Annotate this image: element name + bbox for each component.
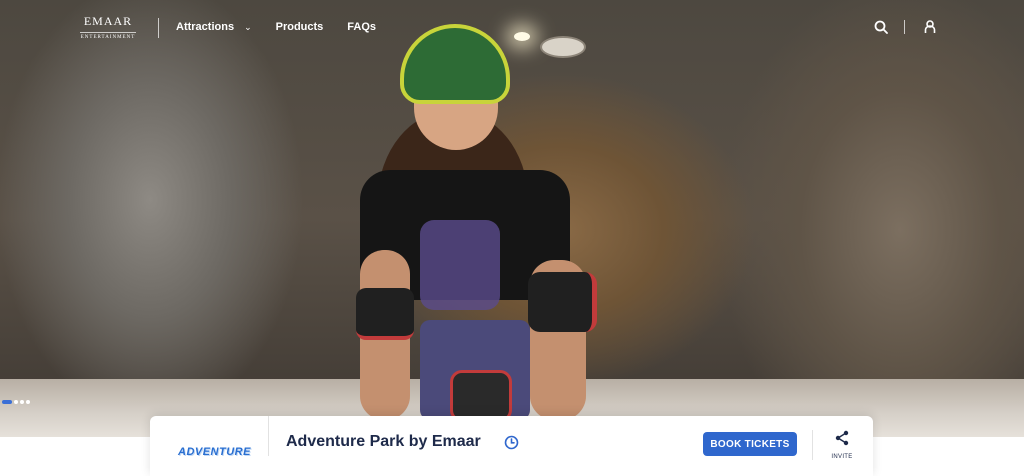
emaar-logo[interactable]: EMAAR ENTERTAINMENT — [78, 14, 138, 40]
attraction-card: ADVENTURE Adventure Park by Emaar BOOK T… — [150, 416, 873, 476]
nav-item-products[interactable]: Products — [276, 21, 324, 33]
invite-label: INVITE — [831, 454, 853, 460]
clock-icon[interactable] — [504, 435, 519, 450]
adventure-park-logo: ADVENTURE — [178, 442, 250, 458]
search-icon[interactable] — [872, 18, 890, 36]
logo-brand: EMAAR — [83, 14, 133, 28]
card-divider — [268, 416, 269, 456]
chevron-down-icon: ⌄ — [244, 21, 252, 32]
main-nav: Attractions ⌄ Products FAQs — [176, 21, 400, 33]
header-actions — [872, 18, 939, 36]
hero-image-child — [350, 20, 600, 422]
carousel-dot[interactable] — [26, 400, 30, 404]
nav-item-label: Attractions — [176, 21, 235, 33]
book-tickets-button[interactable]: BOOK TICKETS — [703, 432, 797, 456]
user-icon[interactable] — [921, 18, 939, 36]
share-icon — [835, 430, 849, 446]
nav-item-label: Products — [275, 21, 324, 33]
carousel-dot[interactable] — [14, 400, 18, 404]
header-divider — [158, 18, 159, 38]
attraction-title: Adventure Park by Emaar — [286, 433, 481, 450]
nav-item-faqs[interactable]: FAQs — [347, 21, 376, 33]
site-header: EMAAR ENTERTAINMENT Attractions ⌄ Produc… — [0, 0, 1024, 56]
header-icon-divider — [904, 20, 905, 34]
carousel-dot[interactable] — [20, 400, 24, 404]
nav-item-attractions[interactable]: Attractions ⌄ — [176, 21, 252, 33]
hero-banner — [0, 0, 1024, 437]
adventure-logo-text: ADVENTURE — [178, 446, 251, 458]
logo-sub: ENTERTAINMENT — [80, 35, 136, 40]
nav-item-label: FAQs — [347, 21, 377, 33]
carousel-dot-active[interactable] — [2, 400, 12, 404]
carousel-indicator — [2, 400, 30, 404]
